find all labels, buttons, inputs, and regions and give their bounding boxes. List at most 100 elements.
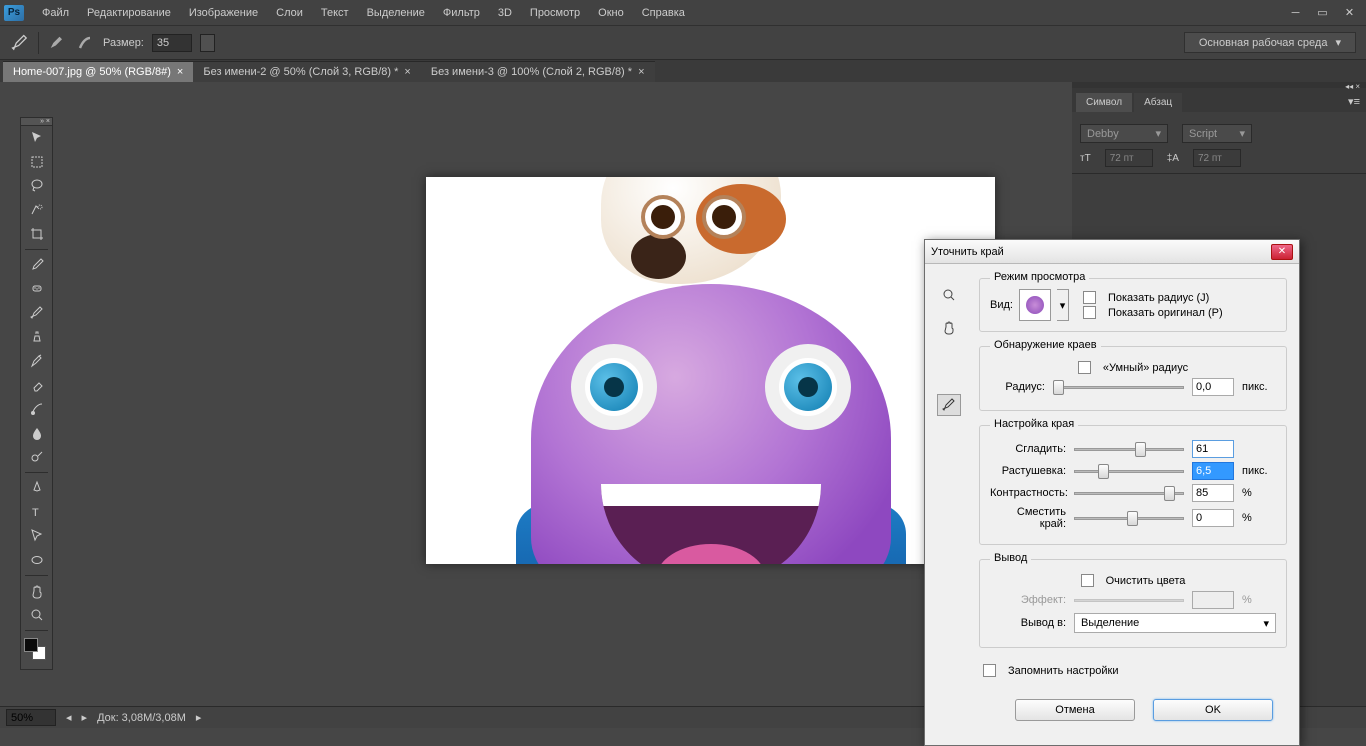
- adjust-edge-section: Настройка края Сгладить: Растушевка:пикс…: [979, 425, 1287, 545]
- zoom-input[interactable]: [6, 709, 56, 726]
- lasso-tool[interactable]: [21, 174, 52, 198]
- chevron-down-icon: ▾: [1263, 617, 1269, 630]
- menu-text[interactable]: Текст: [313, 3, 357, 23]
- eraser-tool[interactable]: [21, 373, 52, 397]
- edge-detection-section: Обнаружение краев «Умный» радиус Радиус:…: [979, 346, 1287, 411]
- menu-edit[interactable]: Редактирование: [79, 3, 179, 23]
- decontaminate-checkbox[interactable]: [1081, 574, 1094, 587]
- dodge-tool[interactable]: [21, 445, 52, 469]
- contrast-slider[interactable]: [1074, 485, 1184, 501]
- size-label: Размер:: [103, 37, 144, 49]
- gradient-tool[interactable]: [21, 397, 52, 421]
- menu-image[interactable]: Изображение: [181, 3, 266, 23]
- panel-menu-icon[interactable]: ▾≡: [1342, 91, 1366, 112]
- feather-slider[interactable]: [1074, 463, 1184, 479]
- move-tool[interactable]: [21, 126, 52, 150]
- window-controls: ─ ▭ ✕: [1283, 4, 1362, 22]
- workspace-selector[interactable]: Основная рабочая среда▾: [1184, 32, 1356, 53]
- view-thumb-dropdown[interactable]: ▾: [1057, 289, 1069, 321]
- shift-input[interactable]: [1192, 509, 1234, 527]
- hand-tool[interactable]: [21, 579, 52, 603]
- blur-tool[interactable]: [21, 421, 52, 445]
- scroll-left-icon[interactable]: ◂: [66, 711, 72, 724]
- path-select-tool[interactable]: [21, 524, 52, 548]
- workspace: » × T: [0, 82, 1366, 728]
- tab-paragraph[interactable]: Абзац: [1134, 93, 1182, 112]
- close-icon[interactable]: ×: [638, 66, 644, 78]
- zoom-tool[interactable]: [21, 603, 52, 627]
- menu-3d[interactable]: 3D: [490, 3, 520, 23]
- output-section: Вывод Очистить цвета Эффект:% Вывод в:Вы…: [979, 559, 1287, 648]
- text-tool[interactable]: T: [21, 500, 52, 524]
- minimize-button[interactable]: ─: [1283, 4, 1308, 22]
- close-icon[interactable]: ×: [177, 66, 183, 78]
- pen-tool[interactable]: [21, 476, 52, 500]
- refine-brush-icon[interactable]: [937, 394, 961, 416]
- brush-preset-icon[interactable]: [47, 33, 67, 53]
- zoom-tool-icon[interactable]: [937, 284, 961, 306]
- quick-select-tool[interactable]: [21, 198, 52, 222]
- shape-tool[interactable]: [21, 548, 52, 572]
- contrast-input[interactable]: [1192, 484, 1234, 502]
- brush-tool-icon[interactable]: [10, 33, 30, 53]
- menu-window[interactable]: Окно: [590, 3, 632, 23]
- app-logo: Ps: [4, 5, 24, 21]
- menu-file[interactable]: Файл: [34, 3, 77, 23]
- brush-tool[interactable]: [21, 301, 52, 325]
- doc-tab-2[interactable]: Без имени-2 @ 50% (Слой 3, RGB/8) *×: [193, 61, 421, 82]
- menu-layers[interactable]: Слои: [268, 3, 311, 23]
- effect-slider: [1074, 592, 1184, 608]
- brush-panel-icon[interactable]: [75, 33, 95, 53]
- color-swatches[interactable]: [21, 634, 52, 669]
- view-thumb[interactable]: [1019, 289, 1051, 321]
- scroll-right-icon[interactable]: ▸: [82, 711, 88, 724]
- show-radius-checkbox[interactable]: [1083, 291, 1096, 304]
- font-style-select[interactable]: Script▾: [1182, 124, 1252, 143]
- output-to-select[interactable]: Выделение▾: [1074, 613, 1276, 633]
- leading-input[interactable]: [1193, 149, 1241, 167]
- svg-text:T: T: [32, 507, 39, 519]
- show-original-checkbox[interactable]: [1083, 306, 1096, 319]
- chevron-right-icon[interactable]: ▸: [196, 711, 202, 724]
- smart-radius-checkbox[interactable]: [1078, 361, 1091, 374]
- healing-tool[interactable]: [21, 277, 52, 301]
- remember-checkbox[interactable]: [983, 664, 996, 677]
- cancel-button[interactable]: Отмена: [1015, 699, 1135, 721]
- shift-slider[interactable]: [1074, 510, 1184, 526]
- feather-input[interactable]: [1192, 462, 1234, 480]
- close-icon[interactable]: ×: [404, 66, 410, 78]
- menu-view[interactable]: Просмотр: [522, 3, 588, 23]
- hand-tool-icon[interactable]: [937, 316, 961, 338]
- document-canvas[interactable]: [426, 177, 995, 564]
- doc-tab-1[interactable]: Home-007.jpg @ 50% (RGB/8#)×: [3, 61, 193, 82]
- smooth-slider[interactable]: [1074, 441, 1184, 457]
- smooth-input[interactable]: [1192, 440, 1234, 458]
- history-brush-tool[interactable]: [21, 349, 52, 373]
- dialog-titlebar[interactable]: Уточнить край ✕: [925, 240, 1299, 264]
- clone-tool[interactable]: [21, 325, 52, 349]
- chevron-down-icon: ▾: [1335, 36, 1341, 49]
- brush-size-dropdown[interactable]: [200, 34, 215, 52]
- brush-size-input[interactable]: [152, 34, 192, 52]
- font-size-input[interactable]: [1105, 149, 1153, 167]
- refine-edge-dialog: Уточнить край ✕ Режим просмотра Вид: ▾: [924, 239, 1300, 746]
- ok-button[interactable]: OK: [1153, 699, 1273, 721]
- crop-tool[interactable]: [21, 222, 52, 246]
- eyedropper-tool[interactable]: [21, 253, 52, 277]
- maximize-button[interactable]: ▭: [1310, 4, 1335, 22]
- dialog-tool-strip: [937, 276, 967, 727]
- font-family-select[interactable]: Debby▾: [1080, 124, 1168, 143]
- doc-tab-3[interactable]: Без имени-3 @ 100% (Слой 2, RGB/8) *×: [421, 61, 655, 82]
- radius-input[interactable]: [1192, 378, 1234, 396]
- menu-select[interactable]: Выделение: [359, 3, 433, 23]
- menu-help[interactable]: Справка: [634, 3, 693, 23]
- menu-filter[interactable]: Фильтр: [435, 3, 488, 23]
- radius-slider[interactable]: [1053, 379, 1184, 395]
- chevron-down-icon: ▾: [1239, 127, 1245, 140]
- tab-character[interactable]: Символ: [1076, 93, 1132, 112]
- chevron-down-icon: ▾: [1155, 127, 1161, 140]
- dialog-close-button[interactable]: ✕: [1271, 244, 1293, 260]
- toolbox-handle[interactable]: » ×: [21, 118, 52, 126]
- close-button[interactable]: ✕: [1337, 4, 1362, 22]
- marquee-tool[interactable]: [21, 150, 52, 174]
